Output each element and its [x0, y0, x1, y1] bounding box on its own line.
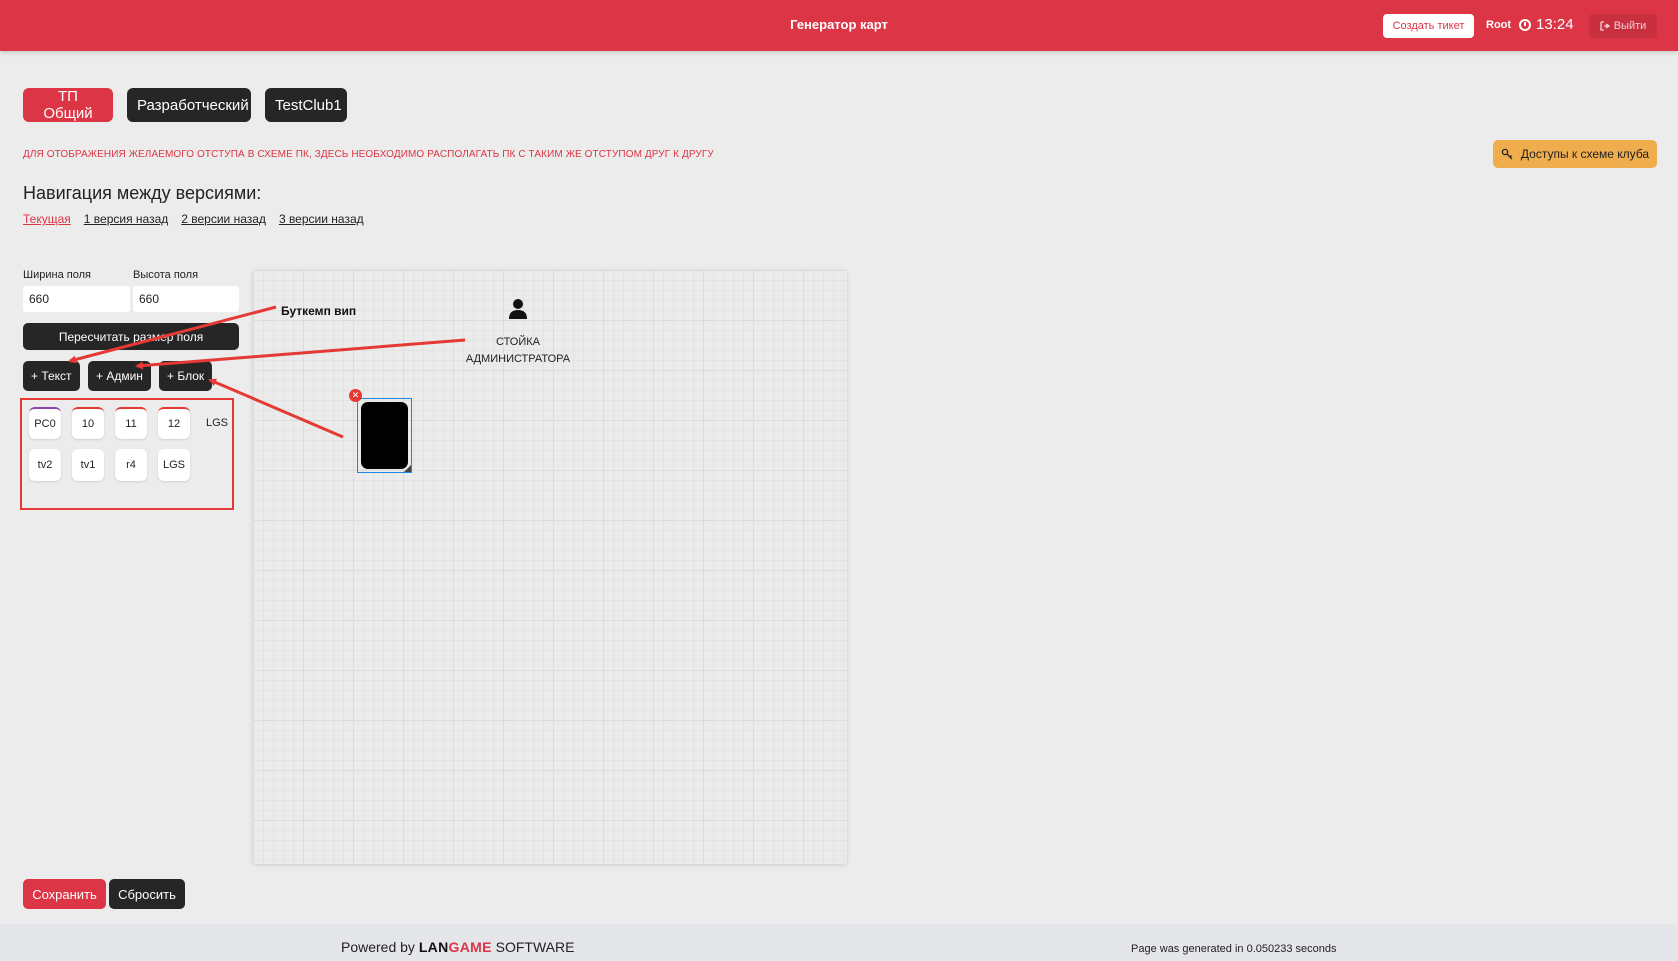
pc-item[interactable]: LGS — [201, 407, 233, 439]
pc-item[interactable]: tv2 — [29, 449, 61, 481]
save-button[interactable]: Сохранить — [23, 879, 106, 909]
pc-block-body[interactable] — [361, 402, 408, 469]
pc-item[interactable]: LGS — [158, 449, 190, 481]
clock: 13:24 — [1519, 16, 1574, 33]
height-input[interactable] — [133, 286, 239, 312]
sign-out-icon — [1600, 21, 1610, 31]
pc-item[interactable]: 11 — [115, 407, 147, 439]
powered-by: Powered by LANGAME SOFTWARE — [341, 939, 574, 955]
pc-item[interactable]: tv1 — [72, 449, 104, 481]
create-ticket-button[interactable]: Создать тикет — [1383, 14, 1474, 38]
user-name: Root — [1486, 19, 1512, 31]
tab-testclub1[interactable]: TestClub1 — [265, 88, 347, 122]
map-canvas[interactable]: Буткемп вип СТОЙКА АДМИНИСТРАТОРА ✕ — [253, 270, 847, 864]
tab-tp-general[interactable]: ТП Общий — [23, 88, 113, 122]
version-link-2-back[interactable]: 2 версии назад — [181, 212, 266, 226]
logout-label: Выйти — [1613, 20, 1647, 32]
selected-pc-block[interactable]: ✕ — [349, 389, 412, 473]
pc-item[interactable]: r4 — [115, 449, 147, 481]
recalculate-size-button[interactable]: Пересчитать размер поля — [23, 323, 239, 350]
admin-desk-label-line2: АДМИНИСТРАТОРА — [465, 353, 571, 365]
resize-handle[interactable] — [404, 465, 411, 472]
width-input[interactable] — [23, 286, 130, 312]
user-icon — [509, 299, 527, 319]
brand-lan: LAN — [418, 939, 449, 955]
club-scheme-access-button[interactable]: Доступы к схеме клуба — [1493, 140, 1657, 168]
pc-item[interactable]: PC0 — [29, 407, 61, 439]
add-block-button[interactable]: + Блок — [159, 361, 213, 391]
footer: Powered by LANGAME SOFTWARE Page was gen… — [0, 924, 1678, 961]
canvas-text-label[interactable]: Буткемп вип — [281, 304, 356, 318]
brand-logo: LANGAME — [419, 939, 492, 955]
top-bar: Генератор карт Создать тикет Root 13:24 … — [0, 0, 1678, 51]
admin-desk-label-line1: СТОЙКА — [495, 336, 540, 348]
pc-items-palette: PC0 10 11 12 LGS tv2 tv1 r4 LGS — [20, 398, 234, 510]
admin-desk-label: СТОЙКА АДМИНИСТРАТОРА — [458, 334, 578, 368]
version-link-3-back[interactable]: 3 версии назад — [279, 212, 364, 226]
version-links: Текущая 1 версия назад 2 версии назад 3 … — [23, 212, 364, 226]
powered-prefix: Powered by — [341, 939, 415, 955]
pc-item[interactable]: 12 — [158, 407, 190, 439]
brand-game: GAME — [448, 939, 492, 955]
key-icon — [1501, 148, 1513, 160]
add-text-button[interactable]: + Текст — [23, 361, 80, 391]
version-link-1-back[interactable]: 1 версия назад — [84, 212, 168, 226]
add-admin-button[interactable]: + Админ — [88, 361, 151, 391]
tab-development[interactable]: Разработческий — [127, 88, 251, 122]
height-label: Высота поля — [133, 269, 199, 281]
brand-suffix: SOFTWARE — [495, 939, 575, 955]
clock-time: 13:24 — [1536, 16, 1574, 33]
reset-button[interactable]: Сбросить — [109, 879, 185, 909]
version-nav-title: Навигация между версиями: — [23, 183, 262, 203]
access-button-label: Доступы к схеме клуба — [1520, 147, 1650, 161]
clock-icon — [1519, 18, 1531, 31]
warning-text: ДЛЯ ОТОБРАЖЕНИЯ ЖЕЛАЕМОГО ОТСТУПА В СХЕМ… — [23, 149, 714, 160]
width-label: Ширина поля — [23, 269, 91, 281]
generation-time: Page was generated in 0.050233 seconds — [1131, 943, 1337, 955]
logout-button[interactable]: Выйти — [1589, 14, 1657, 38]
close-icon[interactable]: ✕ — [349, 389, 362, 402]
pc-item[interactable]: 10 — [72, 407, 104, 439]
version-link-current[interactable]: Текущая — [23, 212, 71, 226]
admin-desk[interactable]: СТОЙКА АДМИНИСТРАТОРА — [458, 298, 578, 368]
